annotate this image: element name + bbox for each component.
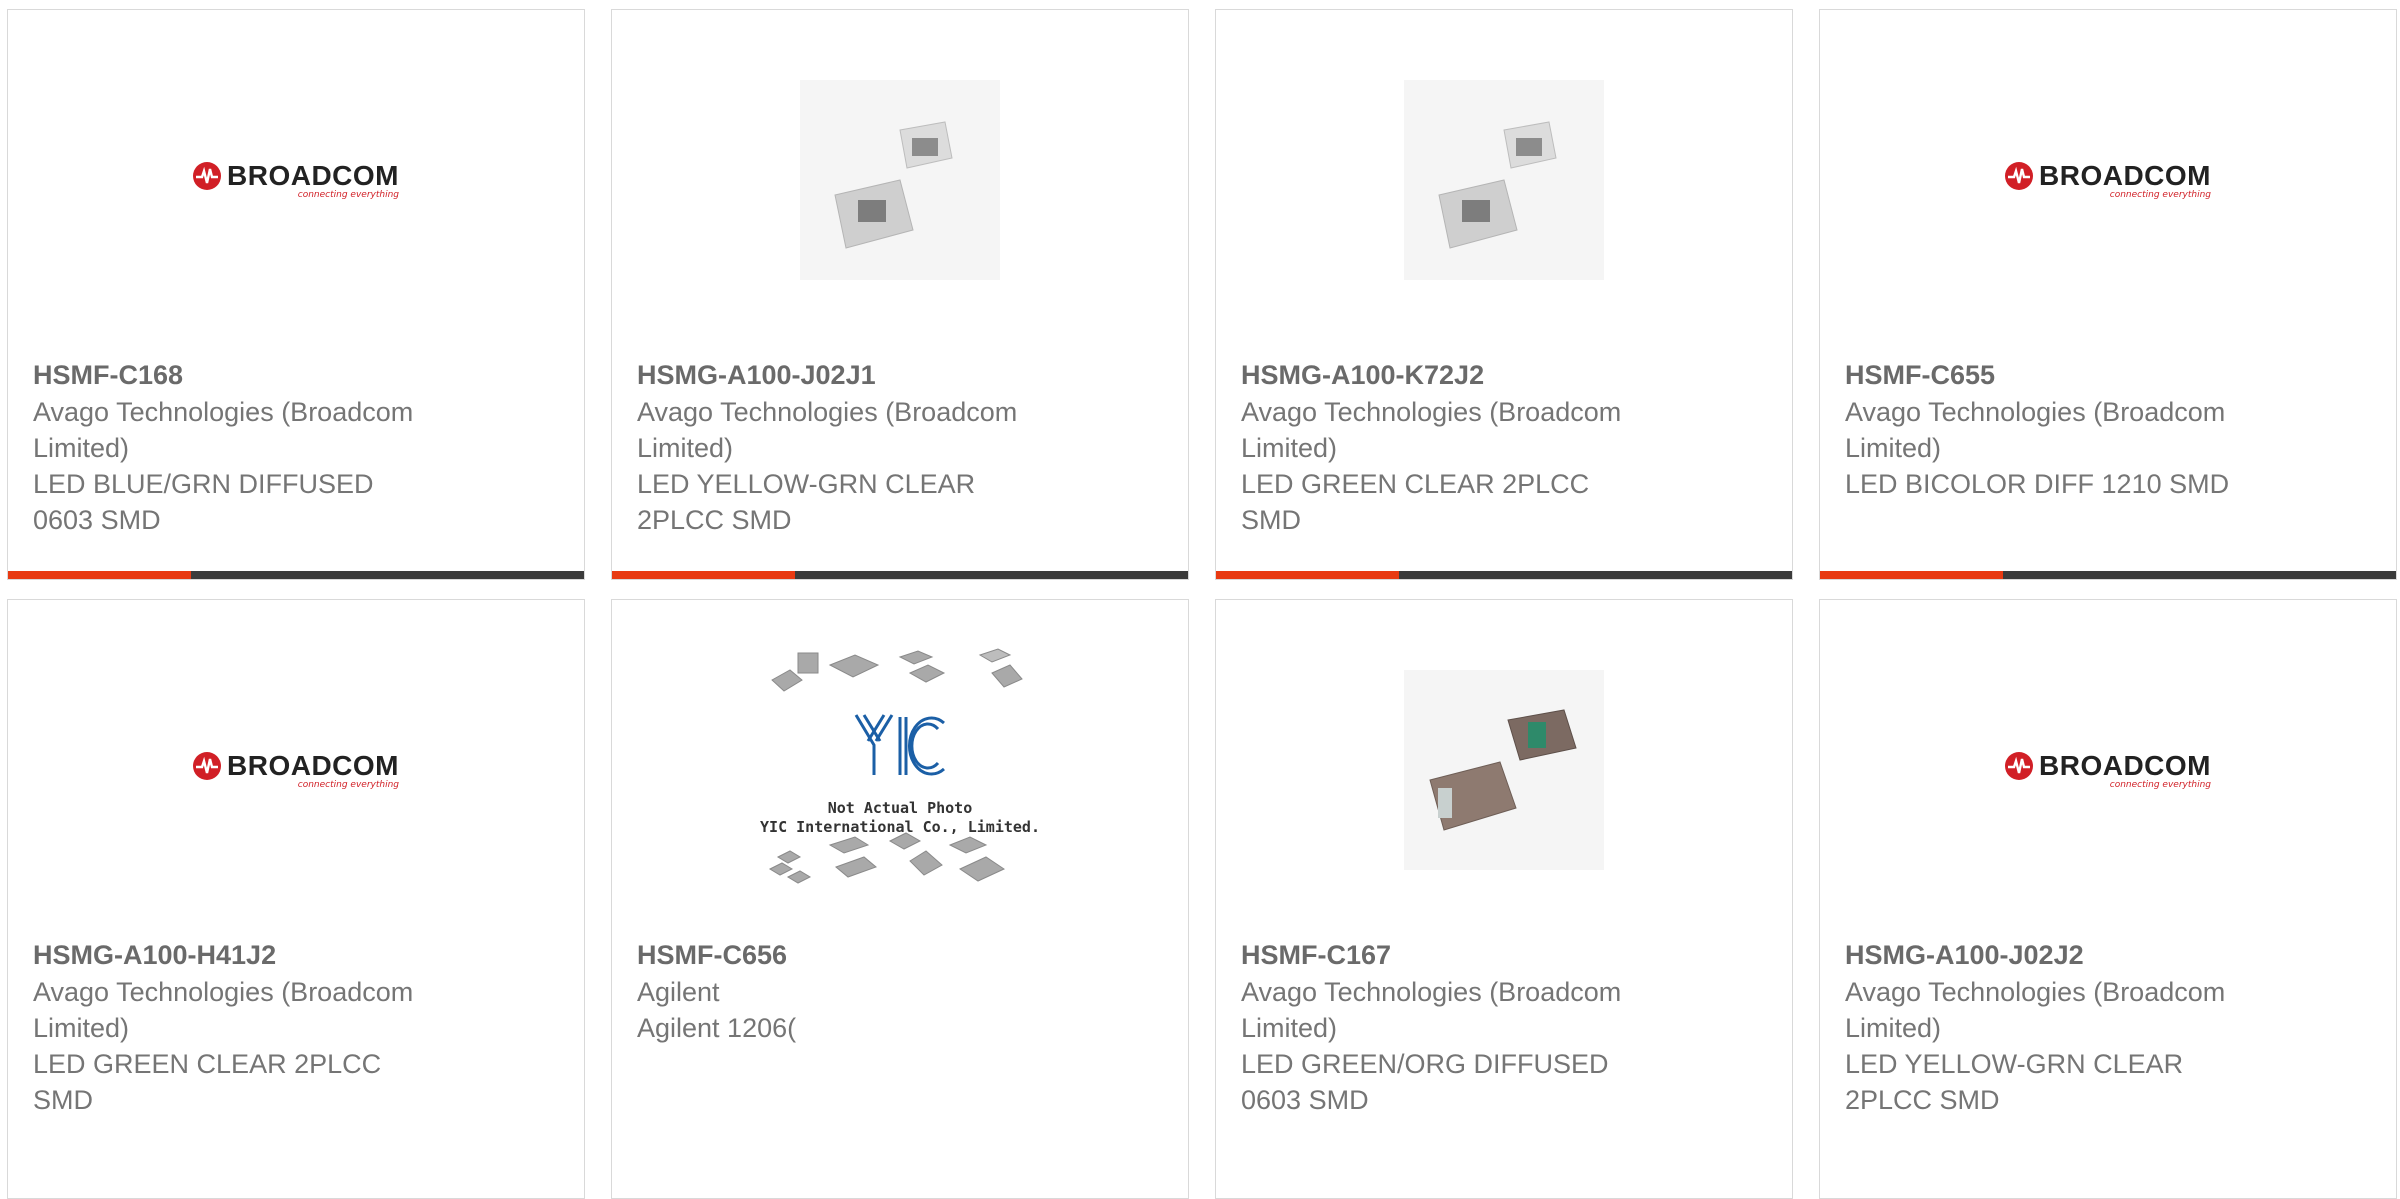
manufacturer: Avago Technologies (Broadcom (637, 397, 1018, 427)
broadcom-tagline: connecting everything (2109, 780, 2211, 790)
card-bottom-bar (612, 571, 1188, 579)
description: LED BICOLOR DIFF 1210 SMD (1845, 469, 2230, 499)
manufacturer-cont: Limited) (33, 1013, 130, 1043)
manufacturer-cont: Limited) (1241, 433, 1338, 463)
product-card[interactable]: HSMF-C167 Avago Technologies (Broadcom L… (1215, 599, 1793, 1199)
part-number[interactable]: HSMG-A100-H41J2 (33, 936, 473, 974)
broadcom-pulse-icon (193, 752, 221, 780)
card-bottom-bar (1216, 571, 1792, 579)
description: LED GREEN CLEAR 2PLCC (33, 1049, 382, 1079)
product-image[interactable]: Not Actual Photo YIC International Co., … (612, 600, 1188, 940)
yic-placeholder-image: Not Actual Photo YIC International Co., … (760, 645, 1040, 895)
product-image[interactable]: BROADCOM connecting everything (8, 600, 584, 940)
manufacturer: Avago Technologies (Broadcom (1241, 397, 1622, 427)
description: Agilent 1206( (637, 1013, 797, 1043)
product-card[interactable]: BROADCOM connecting everything HSMF-C655… (1819, 9, 2397, 580)
card-accent (8, 571, 191, 579)
product-image[interactable]: BROADCOM connecting everything (1820, 10, 2396, 350)
product-card[interactable]: BROADCOM connecting everything HSMG-A100… (7, 599, 585, 1199)
description-cont: SMD (1241, 505, 1301, 535)
product-image[interactable] (1216, 10, 1792, 350)
broadcom-logo: BROADCOM connecting everything (2005, 750, 2211, 790)
led-photo (1404, 80, 1604, 280)
broadcom-tagline: connecting everything (297, 780, 399, 790)
manufacturer-cont: Limited) (637, 433, 734, 463)
broadcom-pulse-icon (193, 162, 221, 190)
part-number[interactable]: HSMF-C655 (1845, 356, 2285, 394)
product-card[interactable]: HSMG-A100-K72J2 Avago Technologies (Broa… (1215, 9, 1793, 580)
manufacturer-cont: Limited) (1845, 433, 1942, 463)
broadcom-logo: BROADCOM connecting everything (193, 160, 399, 200)
product-card[interactable]: Not Actual Photo YIC International Co., … (611, 599, 1189, 1199)
yic-caption-1: Not Actual Photo (828, 799, 973, 817)
product-card[interactable]: BROADCOM connecting everything HSMF-C168… (7, 9, 585, 580)
manufacturer: Avago Technologies (Broadcom (1845, 397, 2226, 427)
description-cont: 2PLCC SMD (1845, 1085, 2000, 1115)
part-number[interactable]: HSMF-C168 (33, 356, 473, 394)
product-image[interactable] (1216, 600, 1792, 940)
product-image[interactable] (612, 10, 1188, 350)
description: LED GREEN/ORG DIFFUSED (1241, 1049, 1609, 1079)
description: LED YELLOW-GRN CLEAR (637, 469, 976, 499)
manufacturer: Avago Technologies (Broadcom (1845, 977, 2226, 1007)
card-accent (1216, 571, 1399, 579)
broadcom-wordmark: BROADCOM (227, 750, 399, 781)
led-photo (1404, 670, 1604, 870)
description-cont: SMD (33, 1085, 93, 1115)
manufacturer: Avago Technologies (Broadcom (33, 977, 414, 1007)
part-number[interactable]: HSMG-A100-J02J1 (637, 356, 1077, 394)
broadcom-logo: BROADCOM connecting everything (193, 750, 399, 790)
part-number[interactable]: HSMF-C656 (637, 936, 1077, 974)
description-cont: 0603 SMD (33, 505, 161, 535)
manufacturer: Avago Technologies (Broadcom (33, 397, 414, 427)
card-bottom-bar (1820, 571, 2396, 579)
led-photo (800, 80, 1000, 280)
part-number[interactable]: HSMF-C167 (1241, 936, 1681, 974)
manufacturer-cont: Limited) (1845, 1013, 1942, 1043)
part-number[interactable]: HSMG-A100-K72J2 (1241, 356, 1681, 394)
product-image[interactable]: BROADCOM connecting everything (8, 10, 584, 350)
card-accent (1820, 571, 2003, 579)
product-image[interactable]: BROADCOM connecting everything (1820, 600, 2396, 940)
broadcom-tagline: connecting everything (297, 190, 399, 200)
yic-caption-2: YIC International Co., Limited. (760, 818, 1040, 836)
part-number[interactable]: HSMG-A100-J02J2 (1845, 936, 2285, 974)
broadcom-pulse-icon (2005, 162, 2033, 190)
product-grid: BROADCOM connecting everything HSMF-C168… (0, 0, 2400, 1199)
manufacturer-cont: Limited) (1241, 1013, 1338, 1043)
manufacturer-cont: Limited) (33, 433, 130, 463)
manufacturer: Agilent (637, 977, 720, 1007)
broadcom-pulse-icon (2005, 752, 2033, 780)
description: LED YELLOW-GRN CLEAR (1845, 1049, 2184, 1079)
description-cont: 2PLCC SMD (637, 505, 792, 535)
description-cont: 0603 SMD (1241, 1085, 1369, 1115)
card-accent (612, 571, 795, 579)
broadcom-tagline: connecting everything (2109, 190, 2211, 200)
broadcom-wordmark: BROADCOM (227, 160, 399, 191)
description: LED BLUE/GRN DIFFUSED (33, 469, 374, 499)
description: LED GREEN CLEAR 2PLCC (1241, 469, 1590, 499)
broadcom-wordmark: BROADCOM (2039, 160, 2211, 191)
manufacturer: Avago Technologies (Broadcom (1241, 977, 1622, 1007)
product-card[interactable]: HSMG-A100-J02J1 Avago Technologies (Broa… (611, 9, 1189, 580)
broadcom-wordmark: BROADCOM (2039, 750, 2211, 781)
card-bottom-bar (8, 571, 584, 579)
broadcom-logo: BROADCOM connecting everything (2005, 160, 2211, 200)
product-card[interactable]: BROADCOM connecting everything HSMG-A100… (1819, 599, 2397, 1199)
